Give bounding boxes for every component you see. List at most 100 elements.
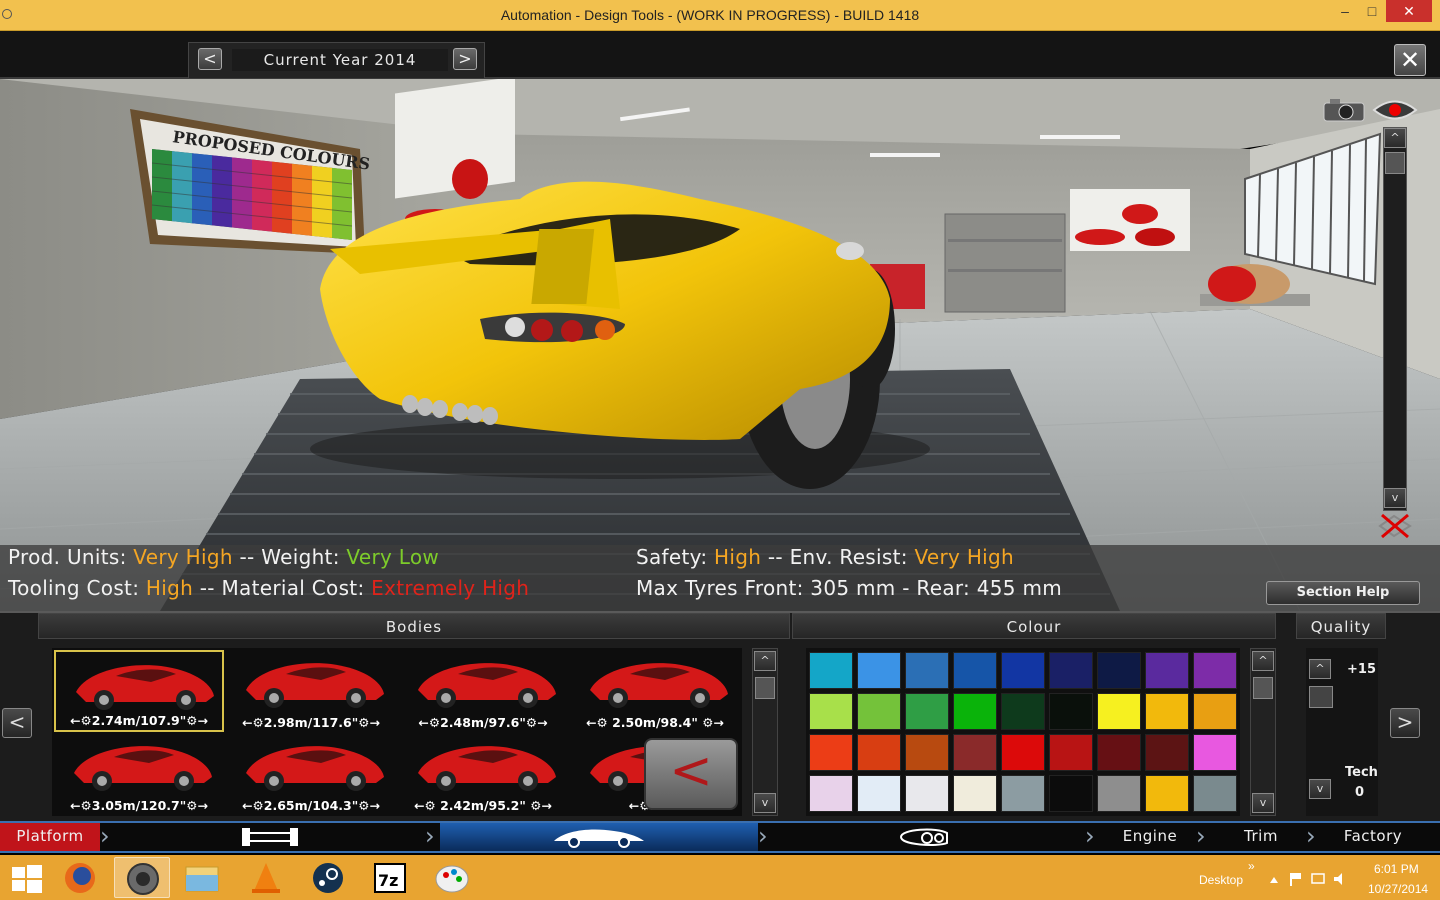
colour-swatch[interactable] [809, 734, 853, 771]
colour-swatch[interactable] [1097, 693, 1141, 730]
car-3d-viewport[interactable]: PROPOSED COLOURS [0, 79, 1440, 611]
nav-body[interactable] [440, 823, 758, 851]
year-prev-button[interactable]: < [198, 48, 222, 70]
colour-swatch[interactable] [1001, 652, 1045, 689]
colour-swatch[interactable] [1145, 693, 1189, 730]
desktop-toolbar-label[interactable]: Desktop [1199, 873, 1243, 887]
window-close-button[interactable]: ✕ [1386, 0, 1432, 22]
toolbar-chevron-icon[interactable]: » [1248, 859, 1255, 873]
colour-swatch[interactable] [1049, 734, 1093, 771]
firefox-taskbar-icon[interactable] [52, 857, 108, 898]
body-option[interactable]: ←⚙3.05m/120.7"⚙→ [54, 733, 224, 815]
bodies-scroll-up[interactable]: ^ [754, 651, 776, 671]
colour-swatch[interactable] [1001, 775, 1045, 812]
colour-swatch[interactable] [1145, 775, 1189, 812]
system-tray-icons[interactable] [1268, 871, 1348, 887]
colour-swatch[interactable] [1001, 734, 1045, 771]
clock-date[interactable]: 10/27/2014 [1368, 882, 1428, 896]
quality-down-button[interactable]: v [1309, 779, 1331, 799]
colour-swatch[interactable] [1097, 652, 1141, 689]
bodies-scrollbar[interactable]: ^ v [752, 648, 778, 816]
chevron-right-icon: › [1306, 822, 1316, 850]
colour-swatch[interactable] [905, 775, 949, 812]
colour-swatch[interactable] [857, 775, 901, 812]
colour-swatch[interactable] [1001, 693, 1045, 730]
body-option[interactable]: ←⚙2.48m/97.6"⚙→ [398, 650, 568, 732]
reset-view-icon[interactable] [1376, 511, 1414, 541]
quality-slider-thumb[interactable] [1309, 686, 1333, 708]
colour-swatch[interactable] [1145, 652, 1189, 689]
colour-swatch[interactable] [1049, 775, 1093, 812]
clock-time[interactable]: 6:01 PM [1374, 862, 1419, 876]
visibility-eye-icon[interactable] [1372, 97, 1418, 123]
back-arrow-button[interactable]: < [644, 738, 738, 810]
nav-trim[interactable]: Trim [1222, 823, 1300, 851]
colour-swatch[interactable] [857, 693, 901, 730]
start-button[interactable] [0, 857, 56, 898]
body-option[interactable]: ←⚙2.98m/117.6"⚙→ [226, 650, 396, 732]
bodies-scroll-thumb[interactable] [755, 677, 775, 699]
panel-prev-button[interactable]: < [2, 708, 32, 738]
maximize-button[interactable]: □ [1360, 0, 1384, 22]
colour-swatch[interactable] [1097, 775, 1141, 812]
colour-swatch[interactable] [809, 652, 853, 689]
close-design-button[interactable]: ✕ [1394, 44, 1426, 76]
scroll-down-button[interactable]: v [1384, 488, 1406, 508]
automation-taskbar-icon[interactable] [114, 857, 170, 898]
colour-swatch[interactable] [1145, 734, 1189, 771]
minimize-button[interactable]: ‒ [1333, 0, 1357, 22]
scroll-up-button[interactable]: ^ [1384, 128, 1406, 148]
colour-swatch[interactable] [1049, 693, 1093, 730]
colour-swatch[interactable] [1193, 693, 1237, 730]
colour-swatch[interactable] [953, 775, 997, 812]
colour-scrollbar[interactable]: ^ v [1250, 648, 1276, 816]
quality-up-button[interactable]: ^ [1309, 659, 1331, 679]
colour-swatch[interactable] [1097, 734, 1141, 771]
body-option[interactable]: ←⚙ 2.42m/95.2" ⚙→ [398, 733, 568, 815]
prod-units-label: Prod. Units: [8, 545, 127, 569]
colour-scroll-down[interactable]: v [1252, 793, 1274, 813]
section-help-button[interactable]: Section Help [1266, 581, 1420, 605]
nav-platform[interactable]: Platform [0, 823, 100, 851]
tech-value: 0 [1355, 785, 1365, 800]
body-option[interactable]: ←⚙2.74m/107.9"⚙→ [54, 650, 224, 732]
colour-swatch[interactable] [1193, 734, 1237, 771]
colour-swatch[interactable] [857, 734, 901, 771]
nav-lights[interactable] [850, 823, 1000, 851]
vlc-taskbar-icon[interactable] [238, 857, 294, 898]
colour-swatch[interactable] [1193, 652, 1237, 689]
colour-swatch[interactable] [953, 734, 997, 771]
colour-swatch[interactable] [809, 693, 853, 730]
colour-swatch[interactable] [953, 693, 997, 730]
view-scrollbar[interactable]: ^ v [1383, 127, 1407, 511]
colour-swatch[interactable] [857, 652, 901, 689]
bodies-scroll-down[interactable]: v [754, 793, 776, 813]
red-car-thumbnail [246, 663, 384, 708]
nav-engine[interactable]: Engine [1110, 823, 1190, 851]
colour-header: Colour [792, 613, 1276, 639]
file-explorer-taskbar-icon[interactable] [174, 857, 230, 898]
colour-swatch[interactable] [953, 652, 997, 689]
garage-scene: PROPOSED COLOURS [0, 79, 1440, 611]
7zip-taskbar-icon[interactable]: 7z [362, 857, 418, 898]
body-option[interactable]: ←⚙ 2.50m/98.4" ⚙→ [570, 650, 740, 732]
nav-factory[interactable]: Factory [1330, 823, 1416, 851]
colour-swatch[interactable] [905, 693, 949, 730]
year-next-button[interactable]: > [453, 48, 477, 70]
body-option[interactable]: ←⚙2.65m/104.3"⚙→ [226, 733, 396, 815]
scroll-thumb[interactable] [1385, 152, 1405, 174]
nav-chassis[interactable] [200, 823, 340, 851]
camera-icon[interactable] [1322, 97, 1366, 123]
colour-swatch[interactable] [905, 652, 949, 689]
panel-next-button[interactable]: > [1390, 708, 1420, 738]
colour-swatch[interactable] [809, 775, 853, 812]
colour-swatch[interactable] [1049, 652, 1093, 689]
red-car-thumbnail [246, 746, 384, 791]
colour-swatch[interactable] [905, 734, 949, 771]
colour-scroll-thumb[interactable] [1253, 677, 1273, 699]
paint-taskbar-icon[interactable] [424, 857, 480, 898]
colour-scroll-up[interactable]: ^ [1252, 651, 1274, 671]
svg-text:7z: 7z [378, 871, 398, 890]
steam-taskbar-icon[interactable] [300, 857, 356, 898]
colour-swatch[interactable] [1193, 775, 1237, 812]
